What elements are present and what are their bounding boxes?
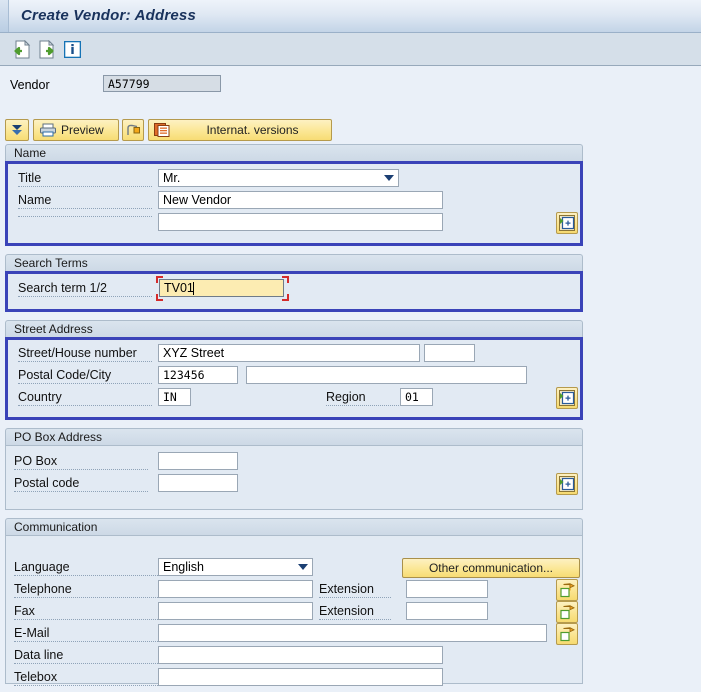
fax-extension-input[interactable]	[406, 602, 488, 620]
preview-button[interactable]: Preview	[33, 119, 119, 141]
telephone-extension-label: Extension	[319, 582, 391, 598]
street-house-number-label: Street/House number	[18, 346, 152, 362]
region-input[interactable]: 01	[400, 388, 433, 406]
name-field-line2[interactable]	[158, 213, 443, 231]
postal-code-input[interactable]: 123456	[158, 366, 238, 384]
section-po-box-address-title: PO Box Address	[14, 430, 103, 444]
address-detail-icon	[559, 215, 575, 231]
other-communication-button[interactable]: Other communication...	[402, 558, 580, 578]
chevron-down-icon[interactable]	[384, 175, 394, 181]
section-search-terms: Search Terms Search term 1/2 TV01	[5, 254, 583, 312]
address-detail-icon	[559, 390, 575, 406]
section-communication-title: Communication	[14, 520, 98, 534]
po-box-postal-code-label: Postal code	[14, 476, 148, 492]
name-field-line1[interactable]: New Vendor	[158, 191, 443, 209]
data-line-input[interactable]	[158, 646, 443, 664]
title-label: Title	[18, 171, 152, 187]
po-box-input[interactable]	[158, 452, 238, 470]
vendor-row: Vendor A57799	[0, 67, 701, 111]
email-label: E-Mail	[14, 626, 160, 642]
section-name-body: Title Mr. Name New Vendor	[5, 161, 583, 246]
country-label: Country	[18, 390, 152, 406]
section-search-terms-body: Search term 1/2 TV01	[5, 271, 583, 312]
sap-vendor-address-window: Create Vendor: Address Vendor A57799 Pre…	[0, 0, 701, 692]
double-chevron-down-icon	[12, 125, 22, 135]
search-term-input[interactable]: TV01	[159, 279, 284, 297]
section-po-box-address: PO Box Address PO Box Postal code	[5, 428, 583, 510]
telephone-extension-input[interactable]	[406, 580, 488, 598]
section-communication-header: Communication	[5, 518, 583, 535]
search-term-label: Search term 1/2	[18, 281, 152, 297]
section-po-box-address-header: PO Box Address	[5, 428, 583, 445]
section-name: Name Title Mr. Name New Vendor	[5, 144, 583, 246]
address-check-icon	[126, 124, 140, 135]
preview-button-label: Preview	[61, 123, 104, 137]
section-street-address-title: Street Address	[14, 322, 93, 336]
telephone-expand-button[interactable]	[556, 579, 578, 601]
title-bar-left-marker	[0, 0, 9, 32]
city-input[interactable]	[246, 366, 527, 384]
telebox-label: Telebox	[14, 670, 160, 686]
fax-extension-label: Extension	[319, 604, 391, 620]
name-line2-label	[18, 215, 152, 217]
street-address-detail-button[interactable]	[556, 387, 578, 409]
fax-input[interactable]	[158, 602, 313, 620]
vendor-number-field: A57799	[103, 75, 221, 92]
section-street-address: Street Address Street/House number XYZ S…	[5, 320, 583, 420]
title-dropdown[interactable]: Mr.	[158, 169, 399, 187]
international-versions-label: Internat. versions	[206, 123, 299, 137]
section-communication-body: Language English Other communication... …	[5, 535, 583, 686]
international-versions-icon	[154, 123, 170, 137]
house-number-input[interactable]	[424, 344, 475, 362]
printer-icon	[40, 123, 56, 137]
search-term-focus-wrapper: TV01	[156, 276, 289, 301]
language-dropdown[interactable]: English	[158, 558, 313, 576]
address-detail-icon	[559, 476, 575, 492]
telebox-input[interactable]	[158, 668, 443, 686]
arrow-out-icon	[559, 604, 575, 619]
country-input[interactable]: IN	[158, 388, 191, 406]
previous-document-icon[interactable]	[12, 40, 32, 59]
section-search-terms-title: Search Terms	[14, 256, 88, 270]
title-dropdown-value[interactable]: Mr.	[158, 169, 399, 187]
language-label: Language	[14, 560, 160, 576]
postal-code-city-label: Postal Code/City	[18, 368, 152, 384]
page-title: Create Vendor: Address	[21, 7, 197, 24]
text-caret	[193, 282, 194, 295]
po-box-postal-code-input[interactable]	[158, 474, 238, 492]
street-input[interactable]: XYZ Street	[158, 344, 420, 362]
telephone-label: Telephone	[14, 582, 160, 598]
email-expand-button[interactable]	[556, 623, 578, 645]
po-box-detail-button[interactable]	[556, 473, 578, 495]
name-label: Name	[18, 193, 152, 209]
window-title-bar: Create Vendor: Address	[0, 0, 701, 33]
email-input[interactable]	[158, 624, 547, 642]
region-label: Region	[326, 390, 399, 406]
section-street-address-body: Street/House number XYZ Street Postal Co…	[5, 337, 583, 420]
section-name-title: Name	[14, 146, 47, 160]
vendor-label: Vendor	[10, 78, 50, 92]
language-dropdown-value[interactable]: English	[158, 558, 313, 576]
icon-toolbar	[0, 33, 701, 66]
name-detail-button[interactable]	[556, 212, 578, 234]
section-po-box-address-body: PO Box Postal code	[5, 445, 583, 510]
telephone-input[interactable]	[158, 580, 313, 598]
expand-all-button[interactable]	[5, 119, 29, 141]
next-document-icon[interactable]	[38, 40, 58, 59]
fax-label: Fax	[14, 604, 160, 620]
chevron-down-icon[interactable]	[298, 564, 308, 570]
other-communication-label: Other communication...	[428, 561, 554, 575]
fax-expand-button[interactable]	[556, 601, 578, 623]
section-name-header: Name	[5, 144, 583, 161]
address-check-button[interactable]	[122, 119, 144, 141]
info-icon[interactable]	[64, 41, 81, 58]
data-line-label: Data line	[14, 648, 160, 664]
arrow-out-icon	[559, 582, 575, 597]
international-versions-button[interactable]: Internat. versions	[148, 119, 332, 141]
section-street-address-header: Street Address	[5, 320, 583, 337]
po-box-label: PO Box	[14, 454, 148, 470]
section-communication: Communication Language English Other com…	[5, 518, 583, 686]
arrow-out-icon	[559, 626, 575, 641]
section-search-terms-header: Search Terms	[5, 254, 583, 271]
